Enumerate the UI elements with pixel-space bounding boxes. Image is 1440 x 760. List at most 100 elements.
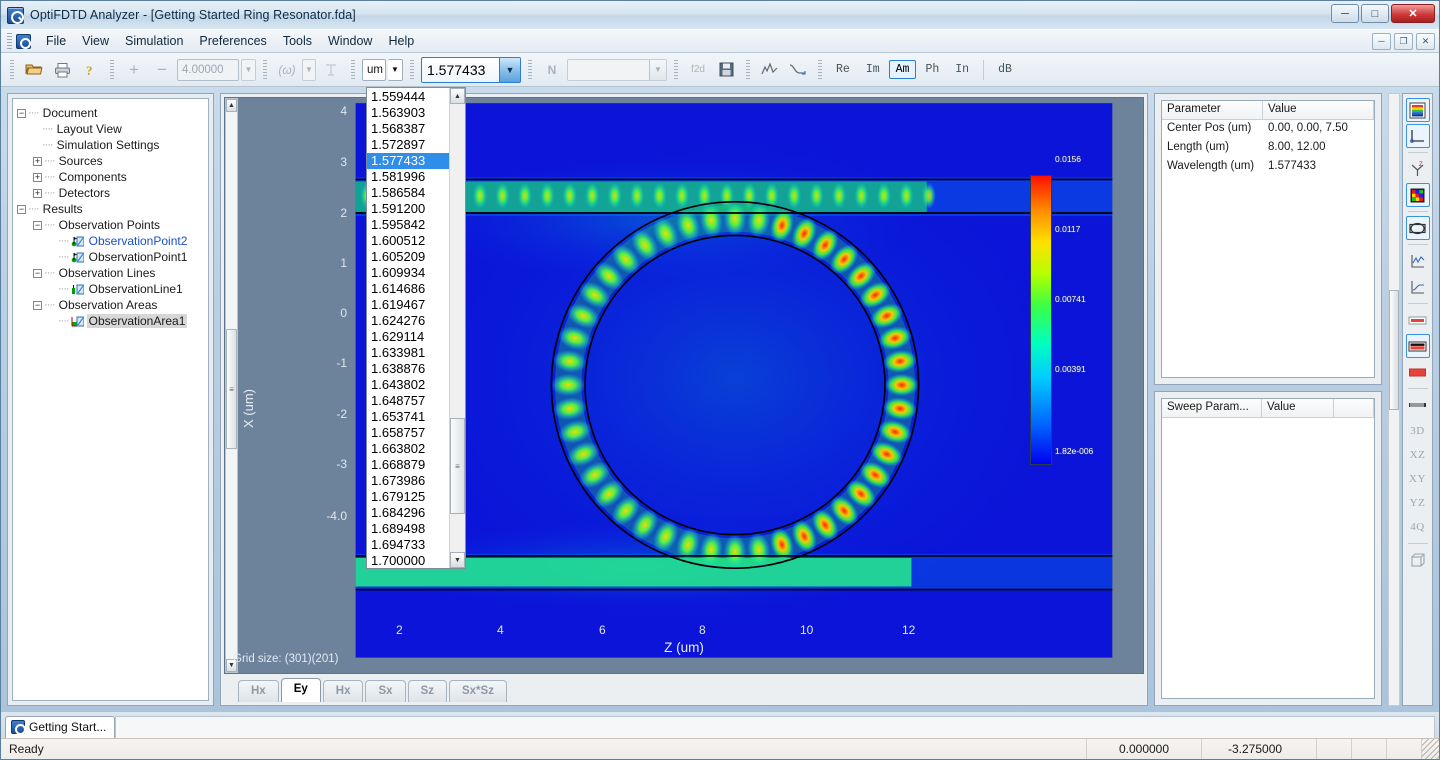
tree-node[interactable]: − ···· Observation Points bbox=[17, 217, 204, 233]
toolbar-grip-5[interactable] bbox=[410, 59, 414, 80]
graph-peaks-icon[interactable] bbox=[757, 57, 783, 83]
wavelength-option[interactable]: 1.559444 bbox=[367, 89, 449, 105]
toolbar-grip-9[interactable] bbox=[818, 59, 822, 80]
wavelength-option[interactable]: 1.595842 bbox=[367, 217, 449, 233]
menu-item-preferences[interactable]: Preferences bbox=[191, 31, 274, 51]
menu-item-window[interactable]: Window bbox=[320, 31, 380, 51]
f2d-button[interactable]: f2d bbox=[685, 57, 711, 83]
help-icon[interactable]: ? bbox=[77, 57, 103, 83]
component-button-re[interactable]: Re bbox=[829, 60, 857, 79]
wavelength-option[interactable]: 1.600512 bbox=[367, 233, 449, 249]
unit-dropdown-arrow[interactable]: ▼ bbox=[388, 58, 403, 81]
plot-scroll-thumb[interactable]: ≡ bbox=[226, 329, 237, 449]
component-button-ph[interactable]: Ph bbox=[918, 60, 946, 79]
ruler-icon[interactable] bbox=[1406, 393, 1430, 417]
wavelength-option[interactable]: 1.591200 bbox=[367, 201, 449, 217]
wavelength-option[interactable]: 1.653741 bbox=[367, 409, 449, 425]
plot-vertical-scrollbar[interactable]: ▲ ≡ ▼ bbox=[225, 98, 238, 673]
tree-node[interactable]: + ···· Detectors bbox=[17, 185, 204, 201]
wavelength-option[interactable]: 1.679125 bbox=[367, 489, 449, 505]
tree-node[interactable]: − ···· Results bbox=[17, 201, 204, 217]
wavelength-dropdown-list[interactable]: 1.559444 1.563903 1.568387 1.572897 1.577433… bbox=[366, 87, 466, 569]
wavelength-option[interactable]: 1.694733 bbox=[367, 537, 449, 553]
field-tab-hx[interactable]: Hx bbox=[238, 680, 279, 702]
tree-toggle[interactable]: − bbox=[33, 300, 42, 310]
field-plot-area[interactable]: ▲ ≡ ▼ X (um) 4 3 2 1 0 -1 -2 -3 -4.0 2 4 6 8 10 12 Z … bbox=[224, 97, 1144, 674]
tree-toggle[interactable]: − bbox=[17, 108, 26, 118]
tree-node[interactable]: − ···· Observation Lines bbox=[17, 265, 204, 281]
cube-icon[interactable] bbox=[1406, 548, 1430, 572]
tree-toggle[interactable]: + bbox=[33, 188, 42, 198]
view-mode-3d[interactable]: 3D bbox=[1406, 419, 1430, 443]
wavelength-option[interactable]: 1.700000 bbox=[367, 553, 449, 568]
open-folder-icon[interactable] bbox=[21, 57, 47, 83]
wavelength-option[interactable]: 1.673986 bbox=[367, 473, 449, 489]
field-component-tabs[interactable]: Hx Ey Hx Sx Sz Sx*Sz bbox=[224, 674, 1144, 702]
wavelength-option[interactable]: 1.605209 bbox=[367, 249, 449, 265]
wavelength-combo[interactable]: 1.577433 ▼ bbox=[421, 56, 521, 83]
toolbar-grip-8[interactable] bbox=[746, 59, 750, 80]
spectrum-icon[interactable] bbox=[318, 57, 344, 83]
colorbar-split-icon[interactable] bbox=[1405, 334, 1430, 358]
field-tab-sxxsz[interactable]: Sx*Sz bbox=[448, 680, 507, 702]
wavelength-option[interactable]: 1.581996 bbox=[367, 169, 449, 185]
component-button-am[interactable]: Am bbox=[888, 60, 917, 79]
wavelength-option[interactable]: 1.563903 bbox=[367, 105, 449, 121]
field-tab-sx[interactable]: Sx bbox=[365, 680, 406, 702]
mdi-close-button[interactable]: ✕ bbox=[1416, 32, 1435, 50]
wavelength-option[interactable]: 1.619467 bbox=[367, 297, 449, 313]
wavelength-option[interactable]: 1.638876 bbox=[367, 361, 449, 377]
wavelength-option[interactable]: 1.648757 bbox=[367, 393, 449, 409]
field-tab-sz[interactable]: Sz bbox=[407, 680, 447, 702]
wavelength-option[interactable]: 1.658757 bbox=[367, 425, 449, 441]
graph-line-icon[interactable] bbox=[1406, 249, 1430, 273]
close-button[interactable]: ✕ bbox=[1391, 4, 1435, 23]
document-tab[interactable]: Getting Start... bbox=[5, 716, 116, 738]
wavelength-option[interactable]: 1.614686 bbox=[367, 281, 449, 297]
component-button-im[interactable]: Im bbox=[859, 60, 887, 79]
tree-node[interactable]: ···· Layout View bbox=[17, 121, 204, 137]
dropdown-scroll-up[interactable]: ▲ bbox=[450, 88, 465, 104]
save-icon[interactable] bbox=[713, 57, 739, 83]
tree-node[interactable]: + ···· Components bbox=[17, 169, 204, 185]
mode-combo-arrow[interactable]: ▼ bbox=[649, 59, 666, 80]
project-tree[interactable]: − ···· Document ···· Layout View ···· Simulati… bbox=[12, 98, 209, 701]
colormap-icon[interactable] bbox=[1405, 98, 1430, 122]
graph-area-icon[interactable] bbox=[1406, 275, 1430, 299]
right-panel-scroll-thumb[interactable] bbox=[1389, 289, 1399, 410]
mode-combo[interactable]: ▼ bbox=[567, 58, 667, 81]
menu-item-view[interactable]: View bbox=[74, 31, 117, 51]
mdi-restore-button[interactable]: ❐ bbox=[1394, 32, 1413, 50]
dropdown-scroll-down[interactable]: ▼ bbox=[450, 552, 465, 568]
xyz-axis-icon[interactable]: Z bbox=[1406, 157, 1430, 181]
field-tab-ey[interactable]: Ey bbox=[280, 678, 321, 702]
view-mode-yz[interactable]: YZ bbox=[1406, 491, 1430, 515]
minimize-button[interactable]: ─ bbox=[1331, 4, 1359, 23]
table-row[interactable]: Center Pos (um) 0.00, 0.00, 7.50 bbox=[1162, 120, 1374, 139]
wavelength-option[interactable]: 1.586584 bbox=[367, 185, 449, 201]
tree-node[interactable]: + ···· Sources bbox=[17, 153, 204, 169]
menu-item-tools[interactable]: Tools bbox=[275, 31, 320, 51]
tree-toggle[interactable]: + bbox=[33, 156, 42, 166]
properties-grid[interactable]: Parameter Value Center Pos (um) 0.00, 0.0… bbox=[1161, 100, 1375, 378]
menu-item-help[interactable]: Help bbox=[380, 31, 422, 51]
tree-toggle[interactable]: + bbox=[33, 172, 42, 182]
toolbar-grip-1[interactable] bbox=[10, 59, 14, 80]
wavelength-option[interactable]: 1.684296 bbox=[367, 505, 449, 521]
db-button[interactable]: dB bbox=[991, 60, 1019, 79]
tree-node[interactable]: ···· ObservationLine1 bbox=[17, 281, 204, 297]
dropdown-scroll-thumb[interactable]: ≡ bbox=[450, 418, 465, 514]
tree-toggle[interactable]: − bbox=[33, 220, 42, 230]
table-row[interactable]: Length (um) 8.00, 12.00 bbox=[1162, 139, 1374, 158]
toolbar-grip-6[interactable] bbox=[528, 59, 532, 80]
scale-value-field[interactable]: 4.00000 bbox=[177, 58, 239, 81]
toolbar-grip-7[interactable] bbox=[674, 59, 678, 80]
scale-dropdown-arrow[interactable]: ▼ bbox=[241, 58, 256, 81]
wavelength-option[interactable]: 1.668879 bbox=[367, 457, 449, 473]
omega-dropdown-arrow[interactable]: ▼ bbox=[302, 58, 316, 81]
field-tab-hx[interactable]: Hx bbox=[322, 680, 364, 702]
omega-icon[interactable]: (ω) bbox=[274, 57, 300, 83]
colorbar-red-icon[interactable] bbox=[1406, 360, 1430, 384]
toolbar-grip-4[interactable] bbox=[351, 59, 355, 80]
tree-node[interactable]: ···· ObservationPoint2 bbox=[17, 233, 204, 249]
